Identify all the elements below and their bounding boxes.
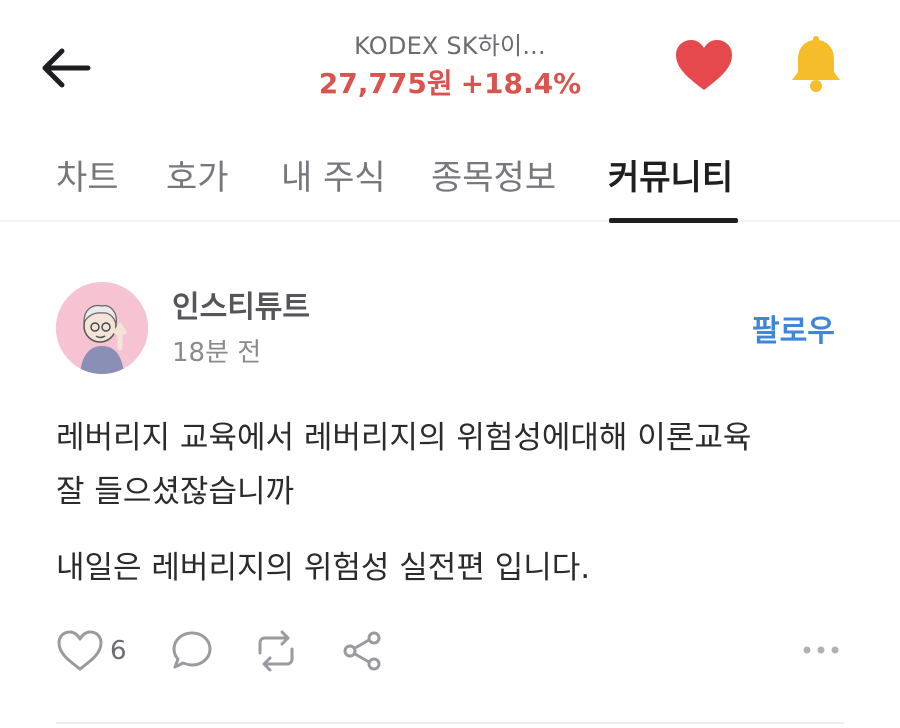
bell-icon	[792, 36, 840, 92]
repost-button[interactable]	[252, 626, 300, 676]
like-button[interactable]: 6	[56, 626, 127, 676]
tab-stock-info[interactable]: 종목정보	[431, 150, 556, 210]
tab-my-stock[interactable]: 내 주식	[281, 150, 386, 210]
author-name[interactable]: 인스티튜트	[172, 282, 310, 326]
tab-community[interactable]: 커뮤니티	[608, 150, 733, 210]
share-button[interactable]	[340, 626, 384, 676]
more-button[interactable]	[800, 638, 842, 662]
stock-name: KODEX SK하이...	[354, 32, 546, 60]
more-dots-icon	[803, 646, 839, 654]
share-icon	[343, 631, 381, 671]
tab-chart[interactable]: 차트	[56, 150, 119, 210]
favorite-button[interactable]	[674, 38, 734, 94]
tab-orderbook[interactable]: 호가	[166, 150, 229, 210]
repost-icon	[258, 630, 294, 672]
comment-button[interactable]	[170, 626, 214, 676]
alert-button[interactable]	[786, 34, 846, 94]
comment-icon	[172, 631, 212, 669]
post-time: 18분 전	[172, 338, 262, 368]
heart-icon	[676, 40, 732, 90]
tab-bar: 차트 호가 내 주식 종목정보 커뮤니티	[0, 130, 900, 222]
post-text-line: 내일은 레버리지의 위험성 실전편 입니다.	[56, 550, 591, 586]
follow-button[interactable]: 팔로우	[752, 306, 835, 350]
stock-price: 27,775원	[318, 67, 453, 100]
avatar[interactable]	[56, 282, 148, 374]
avatar-illustration	[56, 282, 148, 374]
top-bar: KODEX SK하이... 27,775원 +18.4%	[0, 0, 900, 130]
stock-change: +18.4%	[460, 67, 582, 100]
post-text-line: 레버리지 교육에서 레버리지의 위험성에대해 이론교육	[56, 420, 752, 456]
like-count: 6	[110, 636, 127, 666]
active-tab-indicator	[609, 218, 738, 223]
stock-price-line: 27,775원 +18.4%	[0, 62, 900, 102]
post-text-line: 잘 들으셨잖습니까	[56, 474, 295, 510]
heart-outline-icon	[57, 630, 103, 671]
post-divider	[56, 722, 844, 724]
